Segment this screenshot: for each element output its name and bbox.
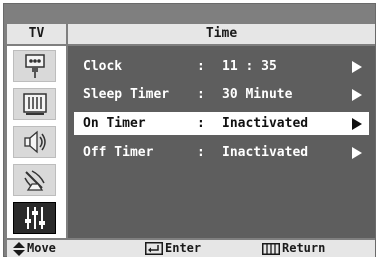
enter-label: Enter (165, 241, 202, 255)
menu-row-sleep-timer[interactable]: Sleep Timer : 30 Minute (74, 83, 369, 106)
up-down-arrows-icon (13, 241, 25, 256)
row-value: Inactivated (222, 145, 309, 160)
row-label: On Timer (83, 116, 146, 131)
submenu-arrow-icon (352, 147, 362, 159)
row-separator: : (197, 145, 205, 160)
category-sidebar (7, 46, 66, 238)
menu-title: Time (68, 24, 375, 44)
move-label: Move (27, 241, 56, 255)
row-value: 30 Minute (222, 87, 293, 102)
footer-enter-hint: Enter (145, 240, 201, 257)
footer-help-bar: Move Enter Return (7, 240, 375, 257)
row-label: Off Timer (83, 145, 154, 160)
footer-move-hint: Move (13, 240, 56, 257)
submenu-arrow-icon (352, 118, 362, 130)
sound-speaker-icon (23, 130, 46, 154)
row-label: Sleep Timer (83, 87, 170, 102)
menu-row-on-timer[interactable]: On Timer : Inactivated (74, 112, 369, 135)
sidebar-item-setup[interactable] (13, 202, 56, 234)
menu-return-icon (262, 242, 280, 255)
time-menu-panel: Clock : 11 : 35 Sleep Timer : 30 Minute … (68, 46, 375, 238)
footer-return-hint: Return (262, 240, 325, 257)
setup-sliders-icon (24, 207, 45, 229)
return-label: Return (282, 241, 326, 255)
sidebar-item-input[interactable] (13, 50, 56, 82)
row-separator: : (197, 59, 205, 74)
submenu-arrow-icon (352, 89, 362, 101)
tv-label: TV (7, 24, 66, 44)
row-value: 11 : 35 (222, 59, 277, 74)
enter-key-icon (145, 242, 163, 255)
sidebar-item-picture[interactable] (13, 88, 56, 120)
menu-row-clock[interactable]: Clock : 11 : 35 (74, 55, 369, 78)
row-separator: : (197, 87, 205, 102)
submenu-arrow-icon (352, 61, 362, 73)
osd-window: TV Time Clock: 11: 35 Sleep Timer: 30… (3, 3, 376, 257)
picture-icon (22, 93, 47, 115)
sidebar-item-channel[interactable] (13, 164, 56, 196)
sidebar-item-sound[interactable] (13, 126, 56, 158)
row-separator: : (197, 116, 205, 131)
row-value: Inactivated (222, 116, 309, 131)
channel-antenna-icon (23, 170, 45, 191)
row-label: Clock (83, 59, 123, 74)
menu-row-off-timer[interactable]: Off Timer : Inactivated (74, 141, 369, 164)
input-plug-icon (24, 54, 45, 78)
